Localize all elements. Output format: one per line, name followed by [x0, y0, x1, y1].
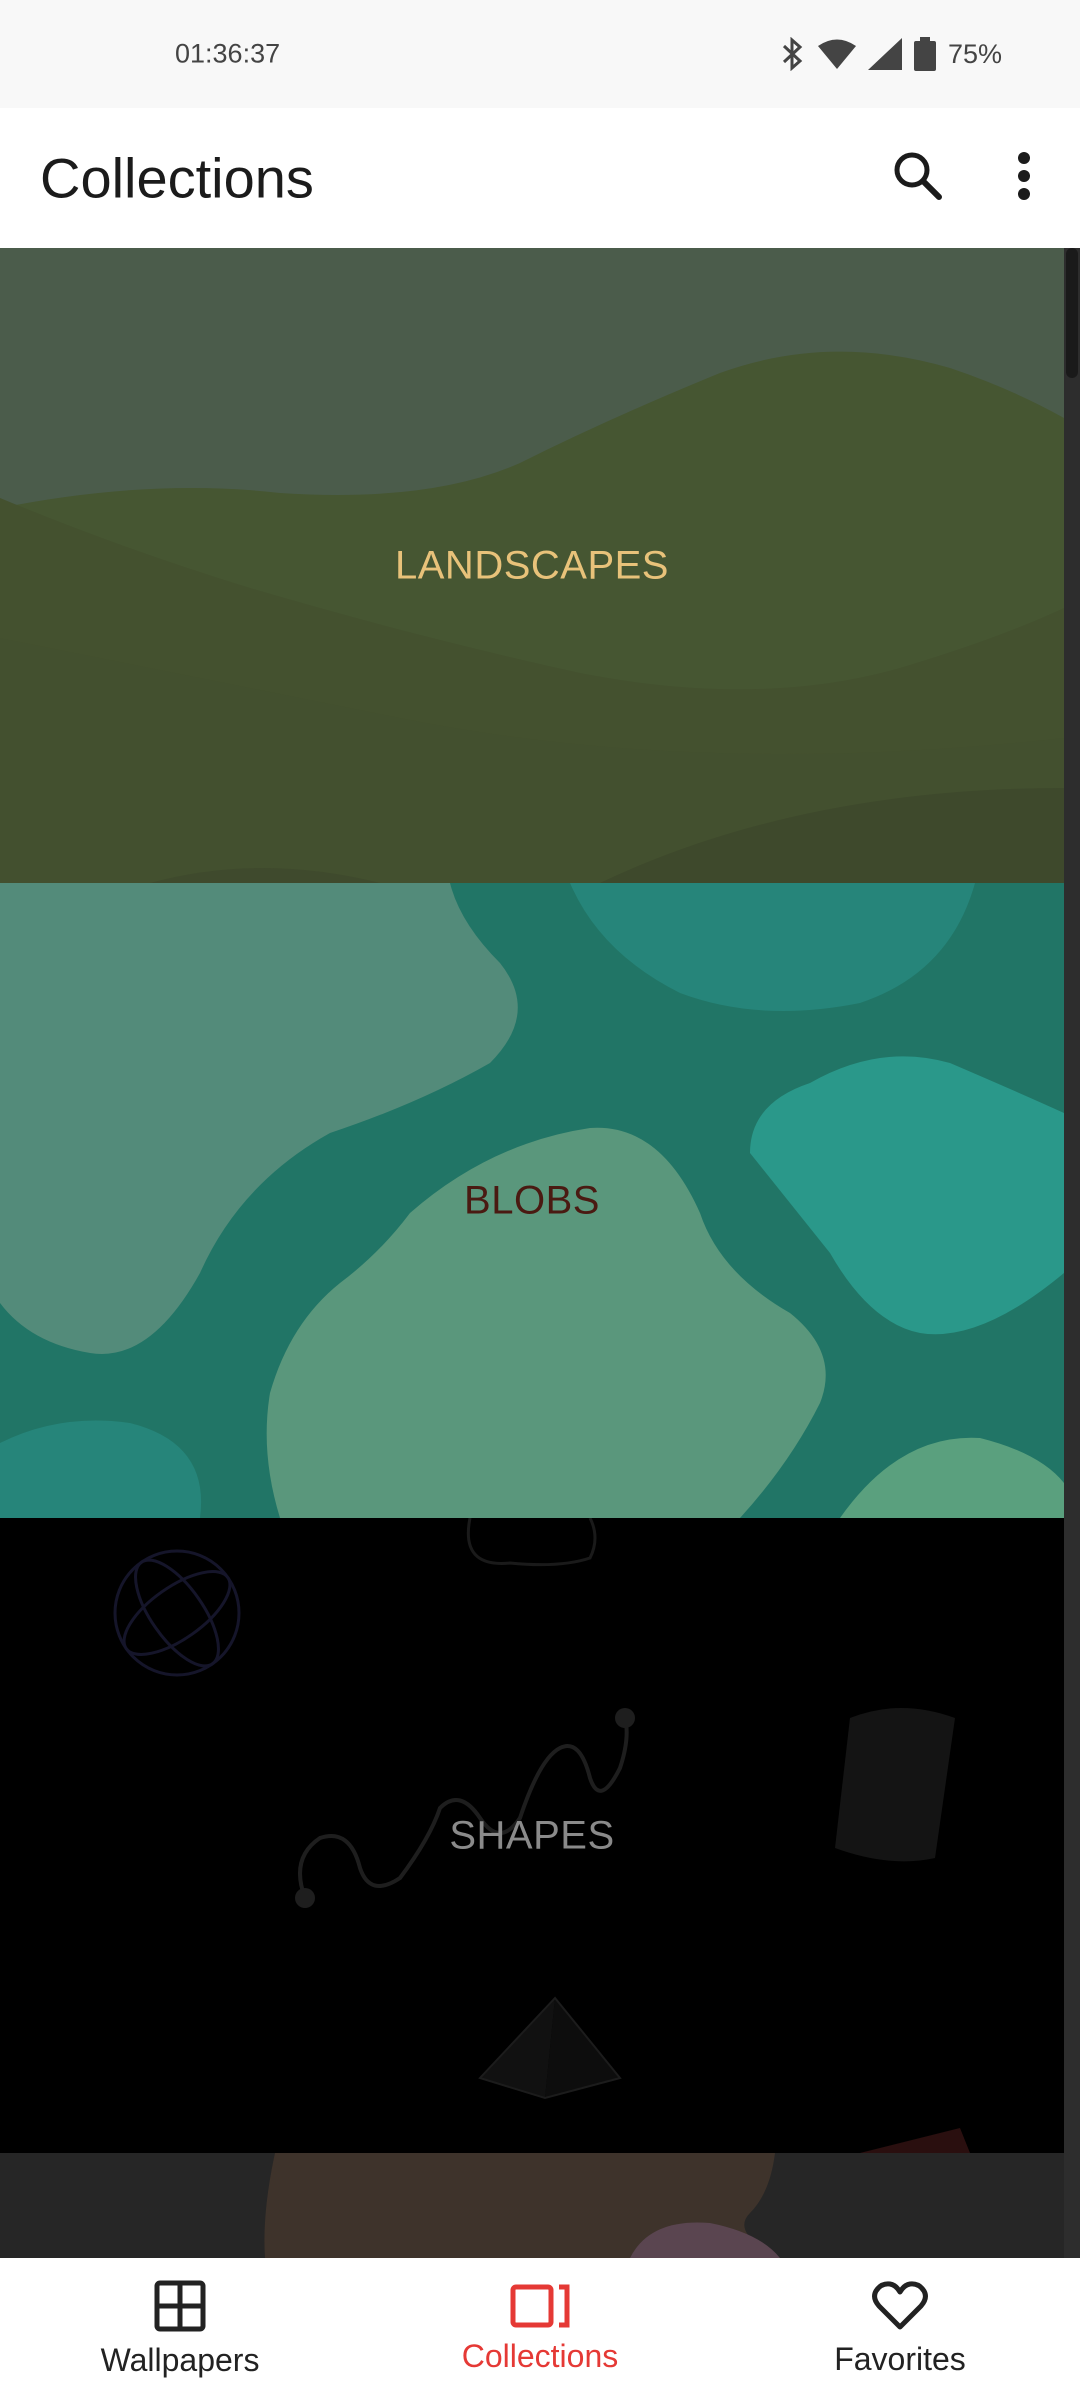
- nav-label-favorites: Favorites: [834, 2340, 966, 2377]
- status-bar: 01:36:37 75%: [0, 0, 1080, 108]
- battery-icon: [913, 37, 936, 71]
- nav-item-wallpapers[interactable]: Wallpapers: [0, 2258, 360, 2400]
- nav-label-collections: Collections: [461, 2337, 619, 2374]
- scrollbar-thumb[interactable]: [1066, 248, 1078, 378]
- more-vert-icon: [1016, 151, 1032, 205]
- partial-card-artwork: [0, 2153, 1064, 2258]
- collection-title: SHAPES: [449, 1813, 615, 1857]
- search-button[interactable]: [878, 138, 958, 218]
- collection-card-landscapes[interactable]: LANDSCAPES: [0, 248, 1064, 883]
- collection-card-blobs[interactable]: BLOBS: [0, 883, 1064, 1518]
- more-options-button[interactable]: [984, 138, 1064, 218]
- collection-title: BLOBS: [464, 1178, 600, 1222]
- signal-icon: [867, 38, 902, 70]
- app-bar: Collections: [0, 108, 1080, 248]
- bluetooth-icon: [780, 37, 806, 71]
- wifi-icon: [817, 39, 856, 69]
- bottom-navigation: Wallpapers Collections Favorites: [0, 2258, 1080, 2400]
- collections-list[interactable]: LANDSCAPES BLOBS SHAPES: [0, 248, 1080, 2258]
- status-icons: 75%: [780, 37, 1002, 71]
- collection-title: LANDSCAPES: [395, 543, 669, 587]
- status-time: 01:36:37: [175, 38, 281, 69]
- heart-icon: [872, 2280, 928, 2341]
- nav-label-wallpapers: Wallpapers: [100, 2341, 260, 2378]
- collection-card-shapes[interactable]: SHAPES: [0, 1518, 1064, 2153]
- page-title: Collections: [40, 146, 314, 210]
- search-icon: [892, 150, 944, 207]
- collection-card-partial[interactable]: [0, 2153, 1064, 2258]
- nav-item-collections[interactable]: Collections: [360, 2258, 720, 2400]
- collections-icon: [510, 2284, 570, 2338]
- battery-level: 75%: [947, 38, 1002, 69]
- scrollbar-track[interactable]: [1064, 248, 1080, 2258]
- nav-item-favorites[interactable]: Favorites: [720, 2258, 1080, 2400]
- grid-icon: [154, 2280, 206, 2342]
